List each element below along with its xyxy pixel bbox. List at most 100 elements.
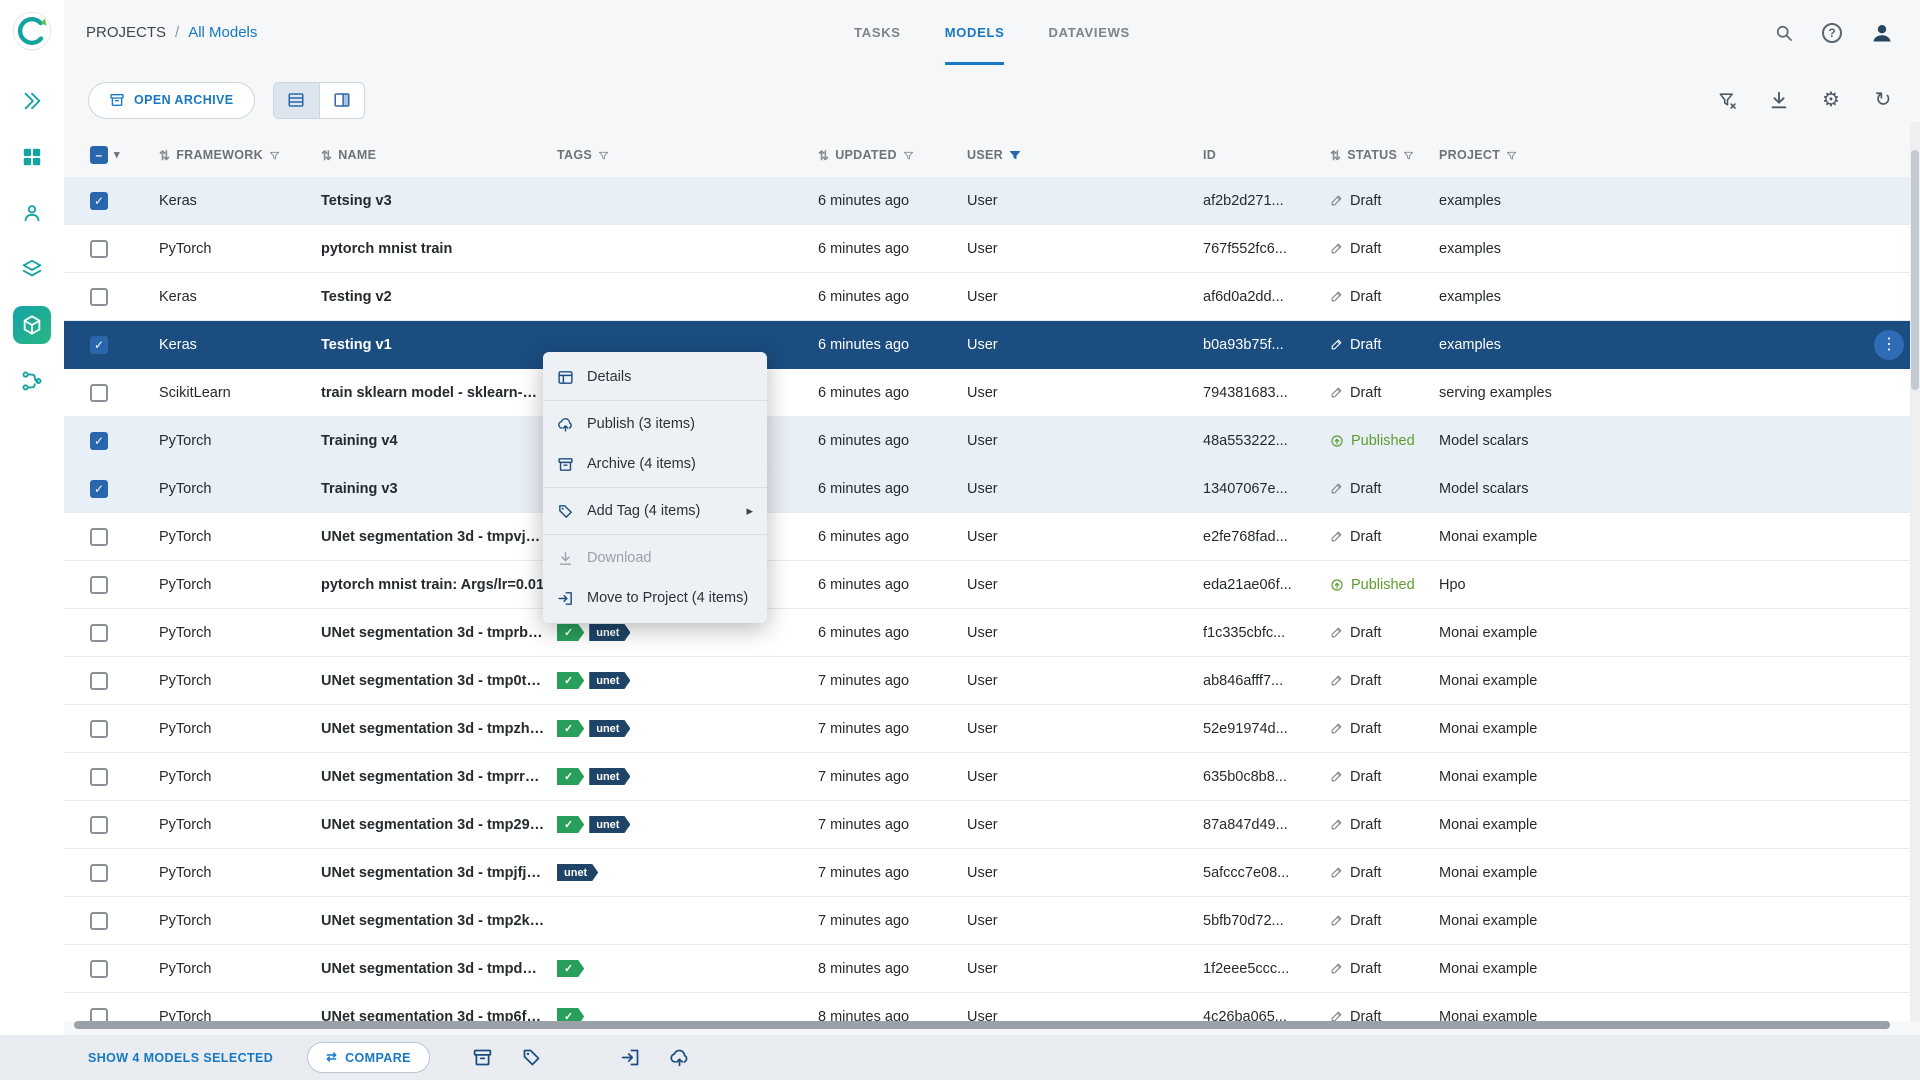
footer-publish-icon[interactable] <box>669 1047 690 1068</box>
row-checkbox[interactable] <box>90 239 108 258</box>
menu-item-add-tag-4-items[interactable]: Add Tag (4 items) ▸ <box>543 491 767 531</box>
card-view-icon[interactable] <box>318 82 364 118</box>
vertical-scrollbar[interactable] <box>1911 150 1919 390</box>
filter-active-icon[interactable] <box>1009 149 1021 161</box>
datasets-icon[interactable] <box>13 250 51 288</box>
breadcrumb-separator: / <box>175 24 180 41</box>
row-user: User <box>967 1008 998 1022</box>
compare-button[interactable]: ⇄ COMPARE <box>307 1042 430 1073</box>
filter-icon[interactable] <box>903 150 914 161</box>
select-all-checkbox[interactable] <box>90 146 108 164</box>
projects-icon[interactable] <box>13 138 51 176</box>
sort-icon[interactable]: ⇅ <box>321 148 332 163</box>
filter-icon[interactable] <box>1403 150 1414 161</box>
workers-icon[interactable] <box>13 194 51 232</box>
row-updated: 6 minutes ago <box>818 192 910 209</box>
search-icon[interactable] <box>1774 23 1794 43</box>
table-row[interactable]: Keras Testing v2 6 minutes ago User af6d… <box>64 273 1920 321</box>
tag-unet: unet <box>589 816 630 833</box>
column-header-user[interactable]: USER <box>967 148 1203 162</box>
show-selected-link[interactable]: SHOW 4 MODELS SELECTED <box>88 1051 273 1065</box>
help-icon[interactable]: ? <box>1822 22 1842 43</box>
settings-icon[interactable]: ⚙ <box>1820 89 1842 111</box>
select-dropdown-icon[interactable]: ▾ <box>114 149 120 161</box>
footer-move-icon[interactable] <box>620 1047 641 1068</box>
menu-item-publish-3-items[interactable]: Publish (3 items) <box>543 404 767 444</box>
row-checkbox[interactable] <box>90 383 108 402</box>
column-header-project[interactable]: PROJECT <box>1439 148 1920 162</box>
table-row[interactable]: PyTorch pytorch mnist train: Args/lr=0.0… <box>64 561 1920 609</box>
open-archive-button[interactable]: OPEN ARCHIVE <box>88 81 255 119</box>
auto-refresh-icon[interactable]: ↻ <box>1872 89 1894 111</box>
models-icon[interactable] <box>13 306 51 344</box>
row-checkbox[interactable] <box>90 623 108 642</box>
row-checkbox[interactable] <box>90 671 108 690</box>
menu-item-details[interactable]: Details <box>543 357 767 397</box>
footer-archive-icon[interactable] <box>472 1047 493 1068</box>
column-header-status[interactable]: ⇅ STATUS <box>1330 148 1439 163</box>
filter-icon[interactable] <box>1506 150 1517 161</box>
filter-icon[interactable] <box>598 150 609 161</box>
table-row[interactable]: PyTorch UNet segmentation 3d - tmp0tu...… <box>64 657 1920 705</box>
table-row[interactable]: PyTorch pytorch mnist train 6 minutes ag… <box>64 225 1920 273</box>
table-row[interactable]: PyTorch UNet segmentation 3d - tmpjfjpv.… <box>64 849 1920 897</box>
tab-tasks[interactable]: TASKS <box>854 0 901 65</box>
table-row[interactable]: PyTorch UNet segmentation 3d - tmp29rf..… <box>64 801 1920 849</box>
clearml-logo[interactable] <box>11 10 53 52</box>
row-checkbox[interactable] <box>90 575 108 594</box>
table-row[interactable]: PyTorch Training v4 6 minutes ago User 4… <box>64 417 1920 465</box>
row-checkbox[interactable] <box>90 767 108 786</box>
tab-models[interactable]: MODELS <box>944 0 1005 65</box>
menu-item-archive-4-items[interactable]: Archive (4 items) <box>543 444 767 484</box>
row-checkbox[interactable] <box>90 479 108 498</box>
row-checkbox[interactable] <box>90 335 108 354</box>
column-header-name[interactable]: ⇅ NAME <box>321 148 557 163</box>
tab-dataviews[interactable]: DATAVIEWS <box>1049 0 1130 65</box>
row-updated: 6 minutes ago <box>818 528 910 545</box>
column-header-tags[interactable]: TAGS <box>557 148 818 162</box>
filter-reset-icon[interactable] <box>1716 89 1738 111</box>
table-row[interactable]: PyTorch UNet segmentation 3d - tmpvjhyl.… <box>64 513 1920 561</box>
sort-icon[interactable]: ⇅ <box>818 148 829 163</box>
table-row[interactable]: PyTorch UNet segmentation 3d - tmp2kr0..… <box>64 897 1920 945</box>
filter-icon[interactable] <box>269 150 280 161</box>
table-row[interactable]: PyTorch UNet segmentation 3d - tmpzh0...… <box>64 705 1920 753</box>
table-row[interactable]: Keras Tetsing v3 6 minutes ago User af2b… <box>64 177 1920 225</box>
getting-started-icon[interactable] <box>13 82 51 120</box>
table-row[interactable]: PyTorch UNet segmentation 3d - tmprb9d..… <box>64 609 1920 657</box>
table-row[interactable]: PyTorch UNet segmentation 3d - tmp6fa0..… <box>64 993 1920 1021</box>
row-checkbox[interactable] <box>90 527 108 546</box>
breadcrumb-all-models[interactable]: All Models <box>188 24 257 41</box>
row-name: pytorch mnist train <box>321 240 453 257</box>
table-row[interactable]: Keras Testing v1 6 minutes ago User b0a9… <box>64 321 1920 369</box>
table-row[interactable]: PyTorch UNet segmentation 3d - tmpdm4...… <box>64 945 1920 993</box>
sort-icon[interactable]: ⇅ <box>1330 148 1341 163</box>
row-checkbox[interactable] <box>90 911 108 930</box>
row-checkbox[interactable] <box>90 431 108 450</box>
table-view-icon[interactable] <box>273 82 319 118</box>
row-checkbox[interactable] <box>90 719 108 738</box>
row-checkbox[interactable] <box>90 959 108 978</box>
pipelines-icon[interactable] <box>13 362 51 400</box>
column-header-framework[interactable]: ⇅ FRAMEWORK <box>159 148 321 163</box>
menu-item-move-to-project-4-items[interactable]: Move to Project (4 items) <box>543 578 767 618</box>
download-icon[interactable] <box>1768 89 1790 111</box>
row-tags: ✓ <box>557 960 818 977</box>
row-checkbox[interactable] <box>90 815 108 834</box>
horizontal-scrollbar[interactable] <box>74 1021 1890 1029</box>
row-checkbox[interactable] <box>90 863 108 882</box>
sort-icon[interactable]: ⇅ <box>159 148 170 163</box>
row-checkbox[interactable] <box>90 287 108 306</box>
row-checkbox[interactable] <box>90 191 108 210</box>
table-row[interactable]: ScikitLearn train sklearn model - sklear… <box>64 369 1920 417</box>
draft-pencil-icon <box>1330 722 1343 735</box>
row-checkbox[interactable] <box>90 1007 108 1021</box>
user-avatar-icon[interactable] <box>1870 21 1894 45</box>
row-actions-kebab-button[interactable]: ⋮ <box>1874 330 1904 360</box>
tag-unet: unet <box>589 720 630 737</box>
table-row[interactable]: PyTorch Training v3 6 minutes ago User 1… <box>64 465 1920 513</box>
column-header-updated[interactable]: ⇅ UPDATED <box>818 148 967 163</box>
table-row[interactable]: PyTorch UNet segmentation 3d - tmprrae..… <box>64 753 1920 801</box>
breadcrumb-projects[interactable]: PROJECTS <box>86 24 166 41</box>
footer-tag-icon[interactable] <box>521 1047 542 1068</box>
